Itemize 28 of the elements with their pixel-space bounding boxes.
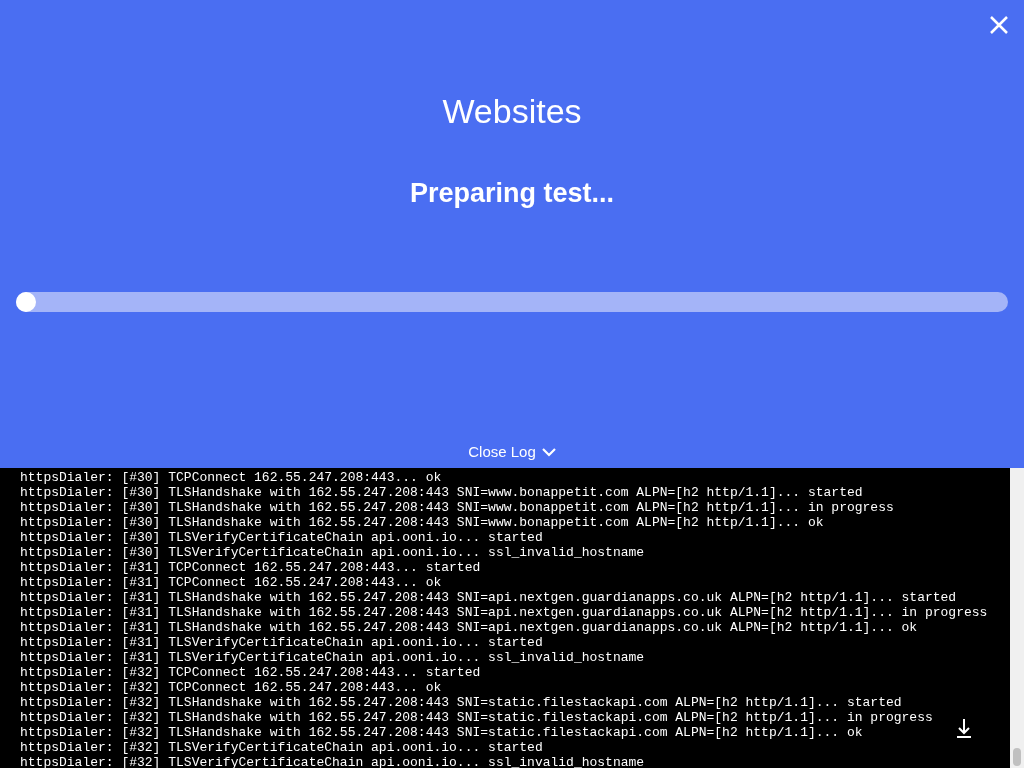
close-log-button[interactable]: Close Log xyxy=(468,442,556,462)
chevron-down-icon xyxy=(541,447,556,457)
log-line: httpsDialer: [#31] TCPConnect 162.55.247.208:443... started xyxy=(20,560,481,575)
log-line: httpsDialer: [#30] TLSVerifyCertificateChain api.ooni.io... started xyxy=(20,530,543,545)
log-line: httpsDialer: [#30] TLSHandshake with 162.55.247.208:443 SNI=www.bonappetit.com ALPN=[h2 http/1.1]... started xyxy=(20,485,863,500)
log-line: httpsDialer: [#31] TLSVerifyCertificateChain api.ooni.io... ssl_invalid_hostname xyxy=(20,650,645,665)
scrollbar[interactable] xyxy=(1010,468,1024,768)
log-line: httpsDialer: [#30] TLSVerifyCertificateChain api.ooni.io... ssl_invalid_hostname xyxy=(20,545,645,560)
test-title: Websites xyxy=(442,91,582,132)
log-line: httpsDialer: [#31] TLSHandshake with 162.55.247.208:443 SNI=api.nextgen.guardianapps.co.uk ALPN=[h2 http/1.1]... ok xyxy=(20,620,918,635)
test-status: Preparing test... xyxy=(409,177,615,210)
log-line: httpsDialer: [#32] TCPConnect 162.55.247.208:443... started xyxy=(20,665,481,680)
scrollbar-thumb[interactable] xyxy=(1013,748,1021,766)
log-line: httpsDialer: [#32] TLSVerifyCertificateChain api.ooni.io... started xyxy=(20,740,543,755)
log-line: httpsDialer: [#31] TLSHandshake with 162.55.247.208:443 SNI=api.nextgen.guardianapps.co.uk ALPN=[h2 http/1.1]... in progress xyxy=(20,605,988,620)
log-line: httpsDialer: [#30] TCPConnect 162.55.247.208:443... ok xyxy=(20,470,442,485)
log-line: httpsDialer: [#32] TCPConnect 162.55.247.208:443... ok xyxy=(20,680,442,695)
log-line: httpsDialer: [#32] TLSHandshake with 162.55.247.208:443 SNI=static.filestackapi.com ALPN=[h2 http/1.1]... ok xyxy=(20,725,863,740)
close-icon xyxy=(989,15,1009,35)
log-line: httpsDialer: [#32] TLSHandshake with 162.55.247.208:443 SNI=static.filestackapi.com ALPN=[h2 http/1.1]... started xyxy=(20,695,902,710)
log-line: httpsDialer: [#31] TCPConnect 162.55.247.208:443... ok xyxy=(20,575,442,590)
log-line: httpsDialer: [#31] TLSHandshake with 162.55.247.208:443 SNI=api.nextgen.guardianapps.co.uk ALPN=[h2 http/1.1]... started xyxy=(20,590,957,605)
log-line: httpsDialer: [#30] TLSHandshake with 162.55.247.208:443 SNI=www.bonappetit.com ALPN=[h2 http/1.1]... in progress xyxy=(20,500,894,515)
download-icon[interactable] xyxy=(955,718,973,738)
log-line: httpsDialer: [#30] TLSHandshake with 162.55.247.208:443 SNI=www.bonappetit.com ALPN=[h2 http/1.1]... ok xyxy=(20,515,824,530)
log-line: httpsDialer: [#32] TLSVerifyCertificateChain api.ooni.io... ssl_invalid_hostname xyxy=(20,755,645,768)
log-line: httpsDialer: [#32] TLSHandshake with 162.55.247.208:443 SNI=static.filestackapi.com ALPN=[h2 http/1.1]... in progress xyxy=(20,710,933,725)
log-line: httpsDialer: [#31] TLSVerifyCertificateChain api.ooni.io... started xyxy=(20,635,543,650)
